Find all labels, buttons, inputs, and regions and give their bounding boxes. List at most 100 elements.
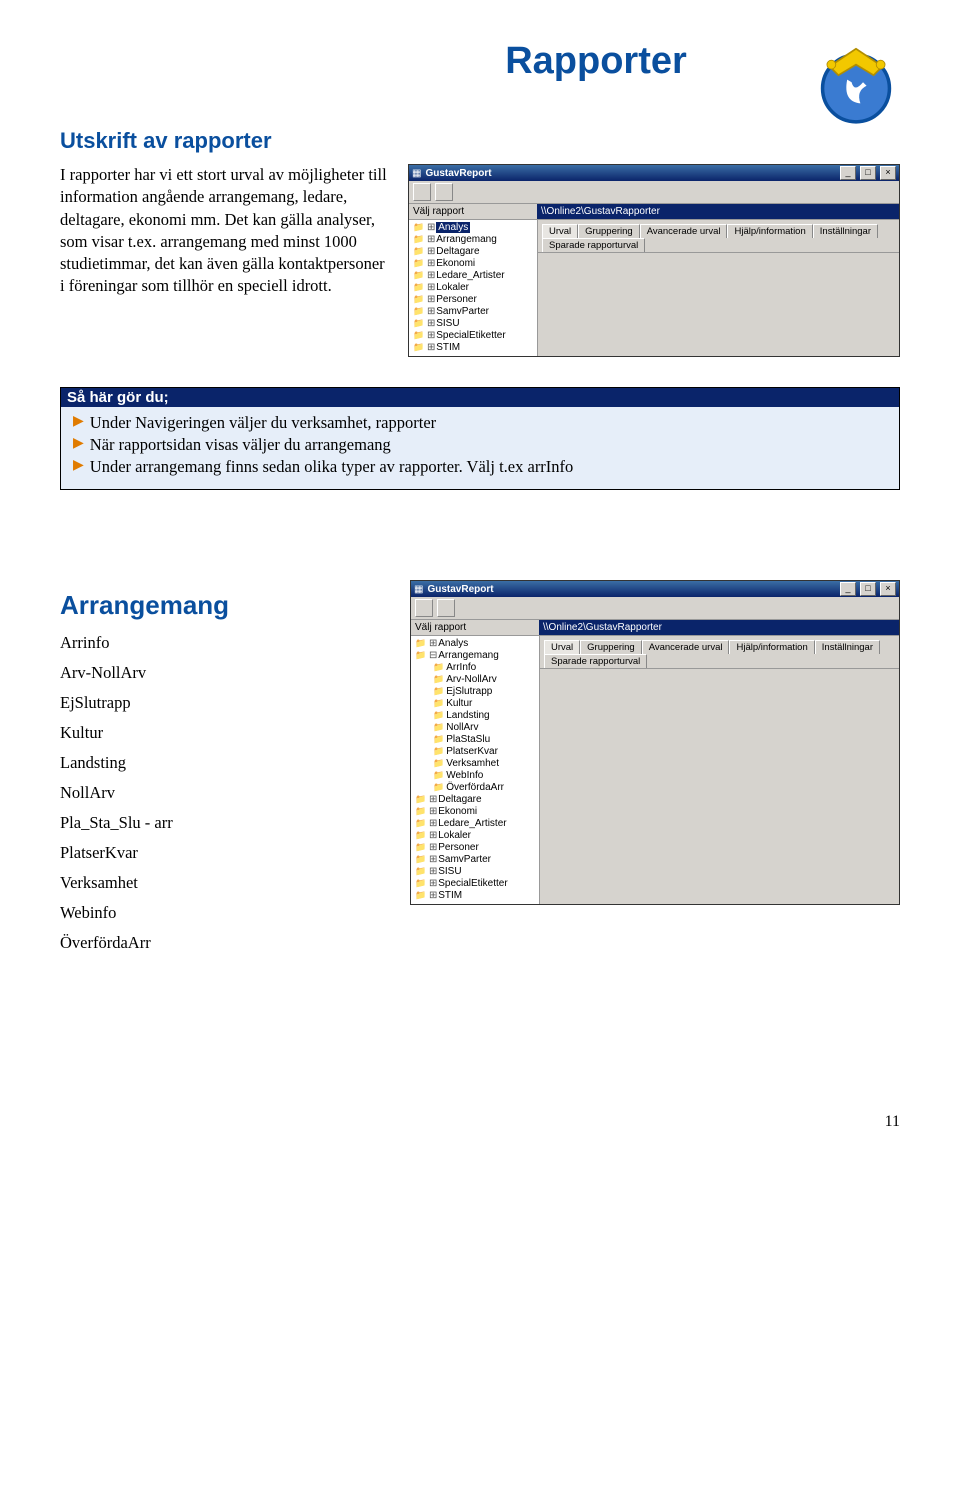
tree-node[interactable]: ⊞Analys — [413, 222, 533, 234]
toolbar — [409, 181, 899, 204]
tree-node[interactable]: ⊞Ledare_Artister — [415, 818, 535, 830]
instruction-step: ▶När rapportsidan visas väljer du arrang… — [73, 435, 887, 455]
tabs-row: UrvalGrupperingAvancerade urvalHjälp/inf… — [540, 636, 899, 669]
close-button[interactable]: × — [880, 582, 896, 596]
toolbar-button[interactable] — [435, 183, 453, 201]
maximize-button[interactable]: □ — [860, 582, 876, 596]
arrangemang-list: Arrangemang Arrinfo Arv-NollArv EjSlutrapp… — [60, 580, 390, 963]
tree-node[interactable]: PlaStaSlu — [415, 734, 535, 746]
tab[interactable]: Gruppering — [580, 640, 642, 654]
tree-node[interactable]: ⊞Lokaler — [413, 282, 533, 294]
tree-node[interactable]: ⊞SpecialEtiketter — [413, 330, 533, 342]
tree-node[interactable]: ⊞Personer — [415, 842, 535, 854]
tree-node[interactable]: ArrInfo — [415, 662, 535, 674]
tree-node[interactable]: ⊞Ekonomi — [413, 258, 533, 270]
app-icon: ▦ — [414, 584, 423, 595]
tab[interactable]: Avancerade urval — [640, 224, 728, 238]
info-left-label: Välj rapport — [409, 204, 537, 219]
tree-node[interactable]: Kultur — [415, 698, 535, 710]
intro-paragraph: I rapporter har vi ett stort urval av mö… — [60, 164, 390, 298]
list-item: Landsting — [60, 753, 390, 773]
tree-node[interactable]: ÖverfördaArr — [415, 782, 535, 794]
list-item: PlatserKvar — [60, 843, 390, 863]
tree-node[interactable]: Verksamhet — [415, 758, 535, 770]
tree-node[interactable]: ⊞SISU — [415, 866, 535, 878]
tree-node[interactable]: ⊞STIM — [413, 342, 533, 354]
tree-node[interactable]: ⊞SamvParter — [413, 306, 533, 318]
list-item: Kultur — [60, 723, 390, 743]
toolbar-button[interactable] — [415, 599, 433, 617]
maximize-button[interactable]: □ — [860, 166, 876, 180]
tab[interactable]: Avancerade urval — [642, 640, 730, 654]
toolbar-button[interactable] — [413, 183, 431, 201]
subtitle: Utskrift av rapporter — [60, 128, 900, 154]
tab[interactable]: Inställningar — [815, 640, 880, 654]
list-item: Arv-NollArv — [60, 663, 390, 683]
tab[interactable]: Gruppering — [578, 224, 640, 238]
app-window-1: ▦ GustavReport _ □ × Välj rapport \\Onli… — [408, 164, 900, 357]
toolbar-button[interactable] — [437, 599, 455, 617]
titlebar: ▦ GustavReport _ □ × — [409, 165, 899, 181]
toolbar — [411, 597, 899, 620]
tab[interactable]: Urval — [542, 224, 578, 238]
tree-node[interactable]: ⊞SISU — [413, 318, 533, 330]
tree-node[interactable]: Arv-NollArv — [415, 674, 535, 686]
tree-node[interactable]: NollArv — [415, 722, 535, 734]
tab[interactable]: Urval — [544, 640, 580, 654]
list-item: EjSlutrapp — [60, 693, 390, 713]
tree-node[interactable]: WebInfo — [415, 770, 535, 782]
arrow-icon: ▶ — [73, 457, 84, 475]
tab[interactable]: Sparade rapporturval — [544, 654, 647, 668]
list-item: NollArv — [60, 783, 390, 803]
info-bar: Välj rapport \\Online2\GustavRapporter — [411, 620, 899, 636]
window-title: GustavReport — [425, 168, 836, 179]
tree-node[interactable]: ⊞SamvParter — [415, 854, 535, 866]
titlebar: ▦ GustavReport _ □ × — [411, 581, 899, 597]
app-window-2: ▦ GustavReport _ □ × Välj rapport \\Onli… — [410, 580, 900, 905]
list-item: Pla_Sta_Slu - arr — [60, 813, 390, 833]
section-title: Arrangemang — [60, 590, 390, 621]
page-title: Rapporter — [505, 40, 687, 83]
tree-node[interactable]: ⊞Deltagare — [413, 246, 533, 258]
tab[interactable]: Hjälp/information — [729, 640, 814, 654]
app-icon: ▦ — [412, 168, 421, 179]
tree-node[interactable]: EjSlutrapp — [415, 686, 535, 698]
instruction-header: Så här gör du; — [61, 388, 899, 407]
tree-node[interactable]: ⊞STIM — [415, 890, 535, 902]
info-bar: Välj rapport \\Online2\GustavRapporter — [409, 204, 899, 220]
tree-node[interactable]: ⊞Lokaler — [415, 830, 535, 842]
tree-node[interactable]: ⊞Analys — [415, 638, 535, 650]
report-tree[interactable]: ⊞Analys⊞Arrangemang⊞Deltagare⊞Ekonomi⊞Le… — [409, 220, 538, 356]
page-number: 11 — [60, 1113, 900, 1131]
tree-node[interactable]: PlatserKvar — [415, 746, 535, 758]
arrow-icon: ▶ — [73, 413, 84, 431]
tree-node[interactable]: ⊟Arrangemang — [415, 650, 535, 662]
tree-node[interactable]: ⊞Personer — [413, 294, 533, 306]
info-path: \\Online2\GustavRapporter — [537, 204, 899, 219]
close-button[interactable]: × — [880, 166, 896, 180]
tree-node[interactable]: ⊞Deltagare — [415, 794, 535, 806]
tree-node[interactable]: ⊞Arrangemang — [413, 234, 533, 246]
tab[interactable]: Sparade rapporturval — [542, 238, 645, 252]
window-title: GustavReport — [427, 584, 836, 595]
info-left-label: Välj rapport — [411, 620, 539, 635]
minimize-button[interactable]: _ — [840, 166, 856, 180]
info-path: \\Online2\GustavRapporter — [539, 620, 899, 635]
tab[interactable]: Hjälp/information — [727, 224, 812, 238]
instruction-step: ▶Under Navigeringen väljer du verksamhet… — [73, 413, 887, 433]
tree-node[interactable]: Landsting — [415, 710, 535, 722]
tabs-row: UrvalGrupperingAvancerade urvalHjälp/inf… — [538, 220, 899, 253]
tree-node[interactable]: ⊞Ekonomi — [415, 806, 535, 818]
tab[interactable]: Inställningar — [813, 224, 878, 238]
tree-node[interactable]: ⊞Ledare_Artister — [413, 270, 533, 282]
report-tree[interactable]: ⊞Analys⊟ArrangemangArrInfoArv-NollArvEjS… — [411, 636, 540, 904]
list-item: Webinfo — [60, 903, 390, 923]
list-item: Verksamhet — [60, 873, 390, 893]
instruction-step: ▶Under arrangemang finns sedan olika typ… — [73, 457, 887, 477]
minimize-button[interactable]: _ — [840, 582, 856, 596]
list-item: Arrinfo — [60, 633, 390, 653]
tree-node[interactable]: ⊞SpecialEtiketter — [415, 878, 535, 890]
arrow-icon: ▶ — [73, 435, 84, 453]
app-logo-icon — [812, 40, 900, 128]
instruction-box: Så här gör du; ▶Under Navigeringen välje… — [60, 387, 900, 490]
